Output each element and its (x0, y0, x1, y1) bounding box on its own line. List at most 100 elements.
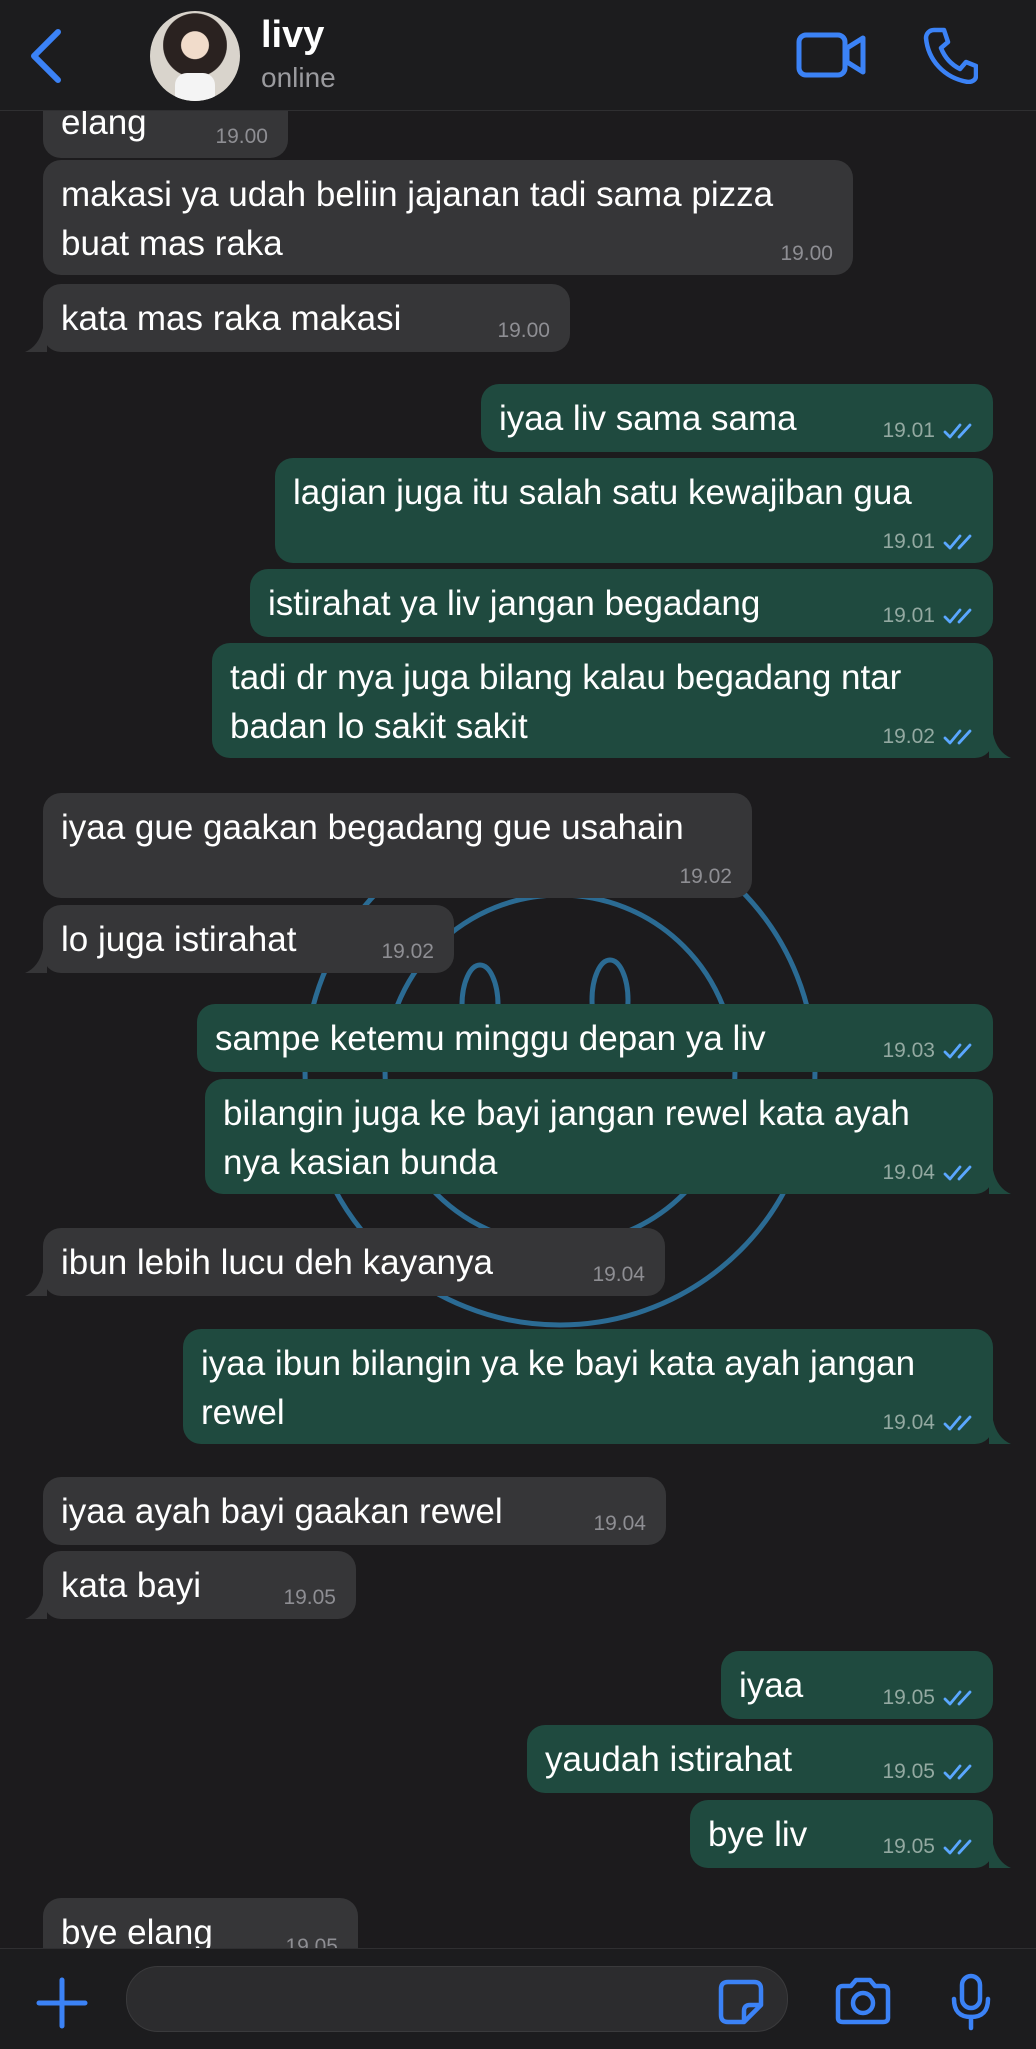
outgoing-message[interactable]: tadi dr nya juga bilang kalau begadang n… (212, 643, 1011, 758)
message-meta: 19.01 (882, 530, 973, 554)
message-meta: 19.05 (882, 1760, 973, 1784)
message-time: 19.01 (882, 604, 935, 627)
message-text: kata mas raka makasi (61, 299, 402, 338)
message-time: 19.05 (882, 1686, 935, 1709)
message-time: 19.00 (780, 242, 833, 265)
message-time: 19.05 (882, 1760, 935, 1783)
message-input[interactable] (126, 1966, 788, 2032)
outgoing-message[interactable]: yaudah istirahat 19.05 (527, 1725, 993, 1793)
bubble-tail (25, 328, 47, 352)
message-time: 19.04 (882, 1411, 935, 1434)
message-time: 19.04 (592, 1263, 645, 1286)
outgoing-message[interactable]: lagian juga itu salah satu kewajiban gua… (275, 458, 993, 563)
message-meta: 19.05 (285, 1935, 338, 1948)
message-time: 19.01 (882, 530, 935, 553)
incoming-message[interactable]: iyaa ayah bayi gaakan rewel 19.04 (43, 1477, 666, 1545)
message-meta: 19.00 (780, 242, 833, 266)
bubble-tail (25, 949, 47, 973)
message-text: tadi dr nya juga bilang kalau begadang n… (230, 658, 902, 746)
incoming-message[interactable]: elang 19.00 (43, 110, 288, 158)
message-meta: 19.02 (679, 865, 732, 889)
microphone-icon[interactable] (950, 1973, 992, 2031)
bubble-tail (989, 734, 1011, 758)
chevron-left-icon[interactable] (22, 26, 72, 86)
message-text: bilangin juga ke bayi jangan rewel kata … (223, 1094, 910, 1182)
incoming-message[interactable]: kata bayi 19.05 (25, 1551, 356, 1619)
message-time: 19.05 (882, 1835, 935, 1858)
message-time: 19.05 (285, 1935, 338, 1948)
outgoing-message[interactable]: bilangin juga ke bayi jangan rewel kata … (205, 1079, 1011, 1194)
outgoing-message[interactable]: iyaa liv sama sama 19.01 (481, 384, 993, 452)
incoming-message[interactable]: kata mas raka makasi 19.00 (25, 284, 570, 352)
double-check-icon (943, 1764, 972, 1780)
message-time: 19.01 (882, 419, 935, 442)
outgoing-message[interactable]: iyaa ibun bilangin ya ke bayi kata ayah … (183, 1329, 1011, 1444)
message-meta: 19.04 (593, 1512, 646, 1536)
plus-icon[interactable] (35, 1976, 89, 2030)
incoming-message[interactable]: makasi ya udah beliin jajanan tadi sama … (43, 160, 853, 275)
message-meta: 19.05 (882, 1686, 973, 1710)
camera-icon[interactable] (834, 1977, 892, 2025)
contact-status: online (261, 62, 336, 93)
input-bar (0, 1948, 1036, 2049)
bubble-tail (989, 1420, 1011, 1444)
outgoing-message[interactable]: bye liv 19.05 (690, 1800, 1011, 1868)
message-text: ibun lebih lucu deh kayanya (61, 1243, 493, 1282)
outgoing-message[interactable]: sampe ketemu minggu depan ya liv 19.03 (197, 1004, 993, 1072)
phone-icon[interactable] (922, 26, 978, 84)
message-time: 19.03 (882, 1039, 935, 1062)
avatar[interactable] (150, 11, 240, 101)
sticker-icon[interactable] (718, 1979, 764, 2025)
message-time: 19.04 (882, 1161, 935, 1184)
message-meta: 19.02 (381, 940, 434, 964)
video-camera-icon[interactable] (796, 30, 866, 80)
message-text: iyaa gue gaakan begadang gue usahain (61, 808, 684, 847)
bubble-tail (25, 1272, 47, 1296)
double-check-icon (943, 423, 972, 439)
message-meta: 19.05 (882, 1835, 973, 1859)
message-time: 19.02 (381, 940, 434, 963)
outgoing-message[interactable]: iyaa 19.05 (721, 1651, 993, 1719)
message-text: iyaa ayah bayi gaakan rewel (61, 1492, 503, 1531)
incoming-message[interactable]: bye elang 19.05 (43, 1898, 358, 1948)
message-text: sampe ketemu minggu depan ya liv (215, 1019, 766, 1058)
incoming-message[interactable]: ibun lebih lucu deh kayanya 19.04 (25, 1228, 665, 1296)
message-meta: 19.00 (215, 125, 268, 149)
contact-name[interactable]: livy (261, 14, 324, 57)
message-meta: 19.04 (882, 1161, 973, 1185)
double-check-icon (943, 729, 972, 745)
double-check-icon (943, 1839, 972, 1855)
bubble-tail (989, 1170, 1011, 1194)
chat-area[interactable]: elang 19.00 makasi ya udah beliin jajanan … (0, 110, 1036, 1948)
message-time: 19.00 (215, 125, 268, 148)
incoming-message[interactable]: lo juga istirahat 19.02 (25, 905, 454, 973)
outgoing-message[interactable]: istirahat ya liv jangan begadang 19.01 (250, 569, 993, 637)
message-meta: 19.00 (497, 319, 550, 343)
message-text: iyaa ibun bilangin ya ke bayi kata ayah … (201, 1344, 916, 1432)
message-text: lagian juga itu salah satu kewajiban gua (293, 473, 912, 512)
message-time: 19.05 (283, 1586, 336, 1609)
message-text: lo juga istirahat (61, 920, 297, 959)
double-check-icon (943, 1415, 972, 1431)
message-time: 19.02 (882, 725, 935, 748)
double-check-icon (943, 1690, 972, 1706)
message-text: istirahat ya liv jangan begadang (268, 584, 761, 623)
message-time: 19.00 (497, 319, 550, 342)
incoming-message[interactable]: iyaa gue gaakan begadang gue usahain 19.0… (43, 793, 752, 898)
message-meta: 19.04 (592, 1263, 645, 1287)
message-meta: 19.04 (882, 1411, 973, 1435)
double-check-icon (943, 608, 972, 624)
message-time: 19.04 (593, 1512, 646, 1535)
bubble-tail (25, 1595, 47, 1619)
double-check-icon (943, 534, 972, 550)
bubble-tail (989, 1844, 1011, 1868)
message-meta: 19.03 (882, 1039, 973, 1063)
message-meta: 19.02 (882, 725, 973, 749)
message-time: 19.02 (679, 865, 732, 888)
message-meta: 19.01 (882, 419, 973, 443)
message-meta: 19.01 (882, 604, 973, 628)
double-check-icon (943, 1043, 972, 1059)
chat-header: livy online (0, 0, 1036, 111)
double-check-icon (943, 1165, 972, 1181)
message-meta: 19.05 (283, 1586, 336, 1610)
